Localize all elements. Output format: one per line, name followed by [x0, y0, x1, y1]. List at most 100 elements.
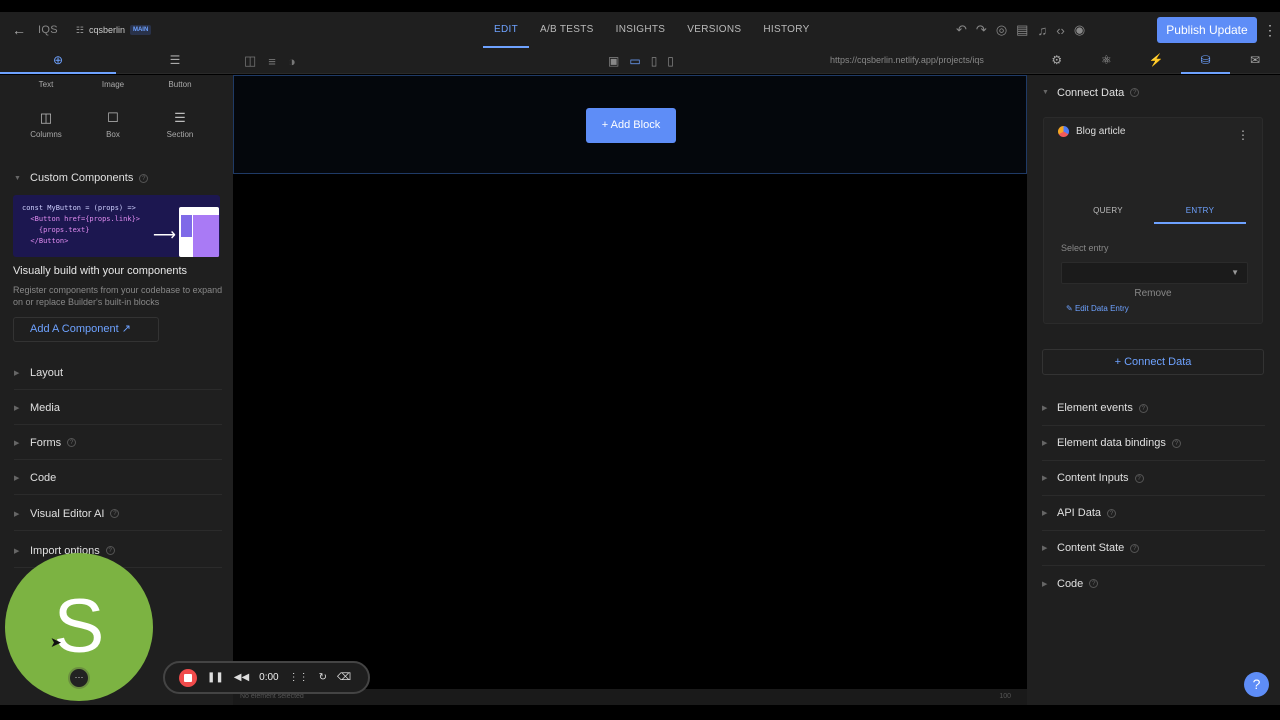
- custom-components-header[interactable]: ▼ Custom Components ?: [14, 161, 222, 195]
- section-visual-editor-ai[interactable]: ▶ Visual Editor AI ?: [14, 497, 222, 531]
- site-selector[interactable]: ☷ cqsberlin MAIN: [75, 24, 152, 36]
- more-menu-icon[interactable]: ⋮: [1263, 22, 1277, 39]
- chevron-down-icon: ▼: [1042, 89, 1049, 96]
- fit-icon[interactable]: ▣: [608, 54, 619, 68]
- entry-select[interactable]: ▼: [1061, 262, 1248, 284]
- code-icon[interactable]: ‹›: [1056, 23, 1065, 38]
- button-block[interactable]: Button: [147, 80, 213, 89]
- database-icon[interactable]: ⛁: [1180, 48, 1231, 74]
- desktop-icon[interactable]: ▭: [629, 54, 640, 68]
- section-code[interactable]: ▶ Code: [14, 461, 222, 495]
- help-icon[interactable]: ?: [1138, 403, 1148, 413]
- redo-icon[interactable]: ↷: [976, 22, 987, 38]
- lightning-icon[interactable]: ⚡: [1131, 48, 1181, 74]
- chevron-right-icon: ▶: [14, 474, 20, 482]
- grid-icon[interactable]: ≡: [268, 54, 276, 69]
- help-icon[interactable]: ?: [1134, 473, 1144, 483]
- data-model[interactable]: Blog article: [1058, 126, 1125, 137]
- panel-toggle-icon[interactable]: ◫: [244, 53, 256, 69]
- section-element-events[interactable]: ▶ Element events ?: [1042, 391, 1265, 426]
- add-block-button[interactable]: + Add Block: [586, 108, 676, 143]
- add-component-button[interactable]: Add A Component ↗: [13, 317, 159, 342]
- canvas-section[interactable]: + Add Block: [233, 75, 1027, 174]
- arrow-left-icon[interactable]: ←: [0, 22, 38, 38]
- trash-icon[interactable]: ⌫: [337, 672, 351, 683]
- edit-data-entry-link[interactable]: ✎ Edit Data Entry: [1066, 304, 1129, 313]
- bell-icon[interactable]: ♫: [1037, 23, 1047, 38]
- text-block[interactable]: Text: [13, 80, 79, 89]
- help-icon[interactable]: ?: [1089, 579, 1099, 588]
- add-icon[interactable]: ⊕: [0, 48, 116, 74]
- section-code[interactable]: ▶ Code ?: [1042, 566, 1265, 601]
- pause-icon[interactable]: ❚❚: [207, 672, 224, 683]
- site-icon: ☷: [75, 24, 84, 35]
- tab-entry[interactable]: ENTRY: [1154, 206, 1246, 224]
- code-line: </Button>: [22, 237, 69, 245]
- tab-edit[interactable]: EDIT: [483, 12, 529, 48]
- section-element-data-bindings[interactable]: ▶ Element data bindings ?: [1042, 426, 1265, 461]
- help-icon[interactable]: ?: [139, 173, 149, 183]
- section-block[interactable]: ☰ Section: [147, 110, 213, 139]
- section-media[interactable]: ▶ Media: [14, 391, 222, 425]
- section-api-data[interactable]: ▶ API Data ?: [1042, 496, 1265, 531]
- undo-icon[interactable]: ↶: [956, 22, 967, 38]
- help-icon[interactable]: ?: [110, 509, 120, 518]
- top-bar: ← IQS ☷ cqsberlin MAIN EDIT A/B TESTS IN…: [0, 12, 1280, 48]
- connect-data-header[interactable]: ▼ Connect Data ?: [1042, 75, 1265, 110]
- box-block[interactable]: ☐ Box: [80, 110, 146, 139]
- layers-icon[interactable]: ☰: [117, 48, 233, 74]
- section-forms[interactable]: ▶ Forms ?: [14, 426, 222, 460]
- rewind-icon[interactable]: ◀◀: [234, 672, 249, 683]
- tab-versions[interactable]: VERSIONS: [676, 12, 752, 48]
- connect-data-title: Connect Data: [1057, 86, 1125, 99]
- tab-insights[interactable]: INSIGHTS: [605, 12, 677, 48]
- image-block[interactable]: Image: [80, 80, 146, 89]
- site-name: cqsberlin: [88, 25, 125, 35]
- comment-icon[interactable]: ✉: [1230, 48, 1280, 74]
- chevron-right-icon: ▶: [14, 510, 20, 518]
- columns-block[interactable]: ◫ Columns: [13, 110, 79, 139]
- connect-data-button[interactable]: + Connect Data: [1042, 349, 1264, 375]
- pencil-icon: ✎: [1066, 304, 1073, 313]
- mobile-icon[interactable]: ▯: [667, 54, 674, 68]
- remove-button[interactable]: Remove: [1043, 288, 1263, 299]
- grid-dots-icon[interactable]: ⋮⋮: [289, 672, 309, 683]
- help-icon[interactable]: ?: [1244, 672, 1269, 697]
- targeting-icon[interactable]: ◎: [996, 22, 1007, 38]
- tablet-icon[interactable]: ▯: [651, 54, 658, 68]
- theme-icon[interactable]: ◑: [288, 54, 296, 69]
- publish-button[interactable]: Publish Update: [1157, 17, 1257, 43]
- section-title: Element events: [1057, 402, 1133, 414]
- ui-mockup: [179, 207, 219, 257]
- section-content-state[interactable]: ▶ Content State ?: [1042, 531, 1265, 566]
- section-content-inputs[interactable]: ▶ Content Inputs ?: [1042, 461, 1265, 496]
- editor-canvas[interactable]: + Add Block: [233, 75, 1027, 689]
- more-icon[interactable]: ⋯: [68, 667, 90, 689]
- animation-icon[interactable]: ⚛: [1082, 48, 1132, 74]
- eye-icon[interactable]: ◉: [1074, 22, 1085, 38]
- restart-icon[interactable]: ↻: [319, 672, 327, 683]
- style-icon[interactable]: ⚙: [1032, 48, 1082, 74]
- schedule-icon[interactable]: ▤: [1016, 22, 1028, 38]
- help-icon[interactable]: ?: [1130, 543, 1140, 553]
- tab-query[interactable]: QUERY: [1062, 206, 1154, 222]
- tab-history[interactable]: HISTORY: [752, 12, 820, 48]
- help-icon[interactable]: ?: [1130, 88, 1140, 97]
- chevron-right-icon: ▶: [1042, 405, 1048, 412]
- help-icon[interactable]: ?: [105, 546, 115, 555]
- preview-url[interactable]: https://cqsberlin.netlify.app/projects/i…: [830, 55, 984, 65]
- help-icon[interactable]: ?: [1171, 438, 1181, 448]
- org-name[interactable]: IQS: [38, 24, 58, 36]
- layout-blocks-row: ◫ Columns ☐ Box ☰ Section: [13, 110, 213, 139]
- toolbar-icons: ↶ ↷ ◎ ▤ ♫ ‹› ◉: [956, 12, 1085, 48]
- selection-status: No element selected: [240, 693, 304, 700]
- help-icon[interactable]: ?: [67, 438, 77, 447]
- help-icon[interactable]: ?: [1107, 508, 1117, 518]
- stop-recording-icon[interactable]: [179, 668, 197, 687]
- edit-data-entry-label: Edit Data Entry: [1074, 304, 1129, 313]
- section-layout[interactable]: ▶ Layout: [14, 356, 222, 390]
- section-title: API Data: [1057, 507, 1102, 519]
- zoom-level[interactable]: 100: [999, 693, 1011, 700]
- tab-ab-tests[interactable]: A/B TESTS: [529, 12, 605, 48]
- more-options-icon[interactable]: ⋮: [1237, 128, 1249, 142]
